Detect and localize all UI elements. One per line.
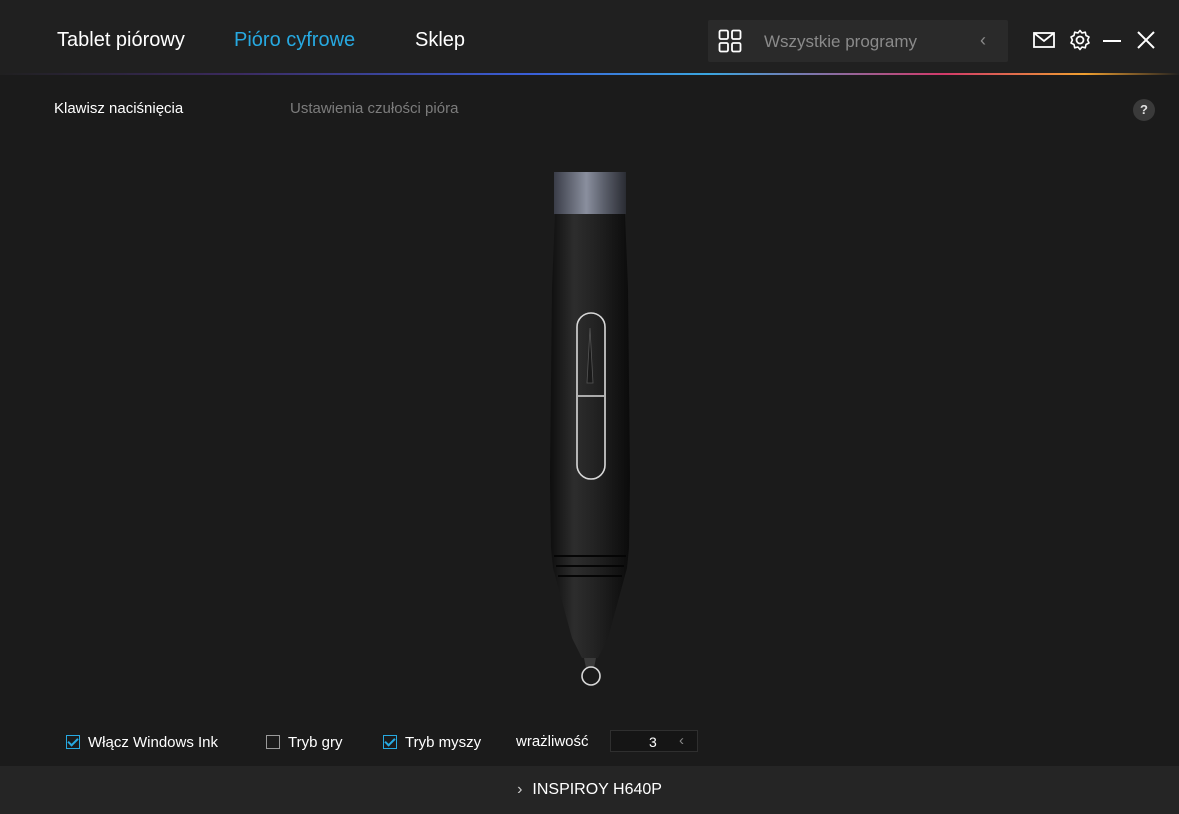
mail-icon[interactable] — [1032, 28, 1056, 52]
program-selector[interactable]: Wszystkie programy ‹ — [708, 20, 1008, 62]
sensitivity-label: wrażliwość — [516, 733, 589, 750]
sensitivity-value: 3 — [649, 734, 657, 750]
chevron-right-icon: › — [517, 781, 523, 798]
pen-body — [550, 214, 630, 658]
help-button[interactable]: ? — [1133, 99, 1155, 121]
tab-store[interactable]: Sklep — [415, 29, 465, 52]
game-mode-checkbox[interactable]: Tryb gry — [266, 733, 342, 751]
mouse-mode-label: Tryb myszy — [405, 733, 482, 751]
chevron-left-icon[interactable]: ‹ — [980, 30, 986, 51]
close-icon[interactable] — [1134, 28, 1158, 52]
checkbox-unchecked-icon — [266, 735, 280, 749]
device-bar: › INSPIROY H640P — [0, 766, 1179, 814]
tab-pen-tablet[interactable]: Tablet piórowy — [57, 29, 185, 52]
mouse-mode-checkbox[interactable]: Tryb myszy — [383, 733, 481, 751]
windows-ink-checkbox[interactable]: Włącz Windows Ink — [66, 733, 218, 751]
pen-tip-ring — [581, 666, 601, 686]
chevron-left-icon[interactable]: ‹ — [679, 732, 684, 749]
pen-cap — [554, 172, 626, 214]
subtab-pen-sensitivity[interactable]: Ustawienia czułości pióra — [290, 100, 458, 117]
windows-ink-label: Włącz Windows Ink — [88, 733, 219, 751]
sensitivity-input[interactable]: 3 ‹ — [610, 730, 698, 752]
checkbox-checked-icon — [383, 735, 397, 749]
device-name: INSPIROY H640P — [532, 781, 662, 798]
header-divider — [0, 73, 1179, 75]
minimize-icon[interactable] — [1100, 28, 1124, 52]
pen-illustration — [550, 172, 630, 686]
gear-icon[interactable] — [1068, 28, 1092, 52]
program-selector-label: Wszystkie programy — [764, 32, 918, 51]
apps-grid-icon — [718, 29, 742, 53]
device-selector[interactable]: › INSPIROY H640P — [0, 766, 1179, 814]
checkbox-checked-icon — [66, 735, 80, 749]
top-bar: Tablet piórowy Pióro cyfrowe Sklep Wszys… — [0, 0, 1179, 74]
game-mode-label: Tryb gry — [288, 733, 343, 751]
subtab-press-key[interactable]: Klawisz naciśnięcia — [54, 100, 183, 117]
tab-digital-pen[interactable]: Pióro cyfrowe — [234, 29, 355, 52]
